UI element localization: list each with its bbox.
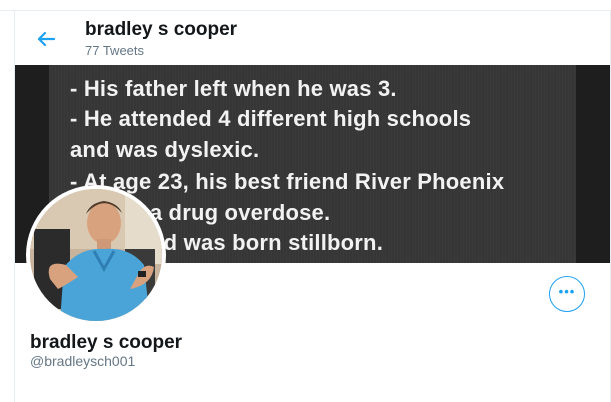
top-border	[0, 0, 611, 11]
banner-line-3: and was dyslexic.	[70, 137, 260, 162]
more-options-button[interactable]: •••	[549, 276, 585, 312]
more-horizontal-icon: •••	[558, 283, 576, 299]
avatar-photo	[30, 189, 162, 321]
banner-line-1: - His father left when he was 3.	[70, 76, 397, 101]
profile-name: bradley s cooper	[30, 332, 183, 353]
profile-handle: @bradleysch001	[30, 353, 136, 369]
banner-line-2: - He attended 4 different high schools	[70, 106, 472, 131]
header-title: bradley s cooper	[85, 19, 238, 40]
banner-line-4: - At age 23, his best friend River Phoen…	[70, 169, 505, 194]
avatar	[30, 189, 162, 321]
arrow-left-icon	[37, 31, 56, 47]
profile-header: bradley s cooper 77 Tweets	[15, 11, 610, 65]
avatar-frame[interactable]	[26, 185, 166, 325]
tweet-count: 77 Tweets	[85, 43, 145, 58]
back-button[interactable]	[32, 25, 60, 53]
banner-edge-right	[576, 65, 610, 263]
